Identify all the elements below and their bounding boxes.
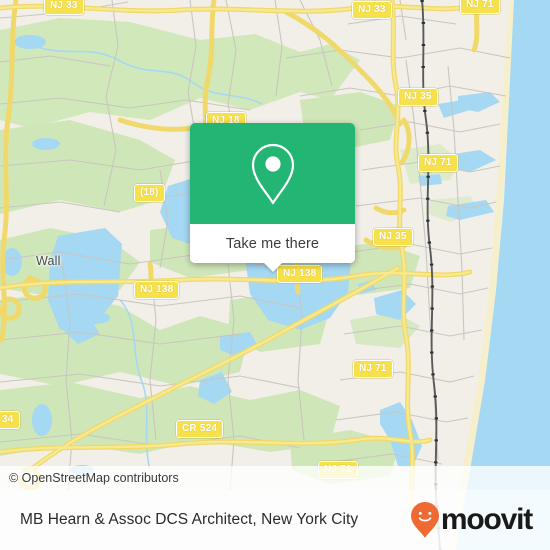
road-shield[interactable]: NJ 33 [44,0,84,15]
road-shield[interactable]: NJ 71 [418,154,458,172]
road-shield[interactable]: NJ 138 [134,281,180,299]
map-attribution-bar: © OpenStreetMap contributors [0,466,550,490]
attribution-text[interactable]: © OpenStreetMap contributors [9,471,179,485]
popup-pointer-tail [263,263,282,272]
location-pin-icon [251,143,294,204]
popup-header [190,123,355,224]
road-shield[interactable]: 34 [0,411,20,429]
map-screenshot: Wall NJ 33 NJ 33 NJ 71 NJ 35 NJ 18 NJ 71… [0,0,550,550]
road-shield[interactable]: NJ 35 [398,88,438,106]
road-shield[interactable]: (18) [134,184,165,202]
moovit-logo[interactable]: moovit [410,501,533,539]
road-shield[interactable]: NJ 138 [277,265,323,283]
road-shield[interactable]: NJ 71 [460,0,500,14]
map-popup-card[interactable]: Take me there [190,123,355,272]
moovit-wordmark: moovit [440,503,533,536]
road-shield[interactable]: NJ 35 [373,228,413,246]
place-label-wall: Wall [36,254,61,268]
take-me-there-label: Take me there [225,235,320,252]
place-title: MB Hearn & Assoc DCS Architect, New York… [20,511,359,528]
popup-footer[interactable]: Take me there [190,224,355,272]
moovit-pin-smiley-icon [410,502,439,538]
road-shield[interactable]: CR 524 [176,420,224,438]
footer-bar: MB Hearn & Assoc DCS Architect, New York… [0,490,550,550]
road-shield[interactable]: NJ 33 [352,1,392,19]
road-shield[interactable]: NJ 71 [353,360,393,378]
